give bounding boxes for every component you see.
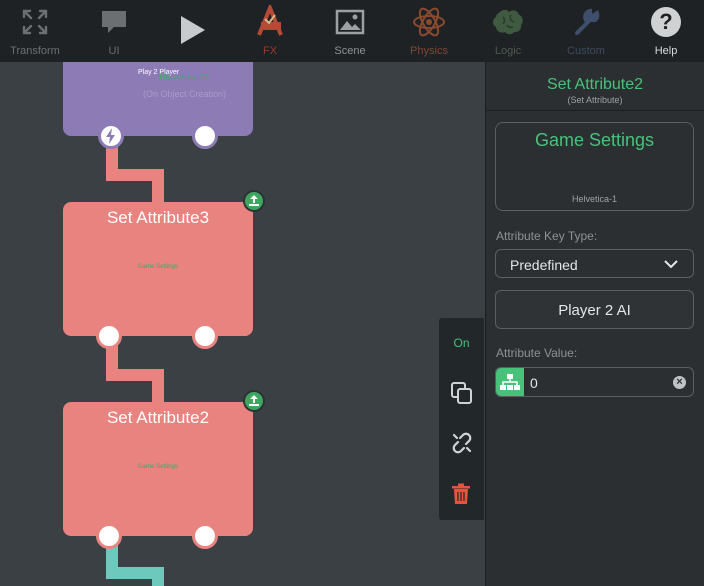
toolbar-label: Logic bbox=[494, 45, 522, 57]
key-type-dropdown[interactable]: Predefined bbox=[495, 249, 694, 278]
output-port[interactable] bbox=[192, 323, 218, 349]
hierarchy-icon[interactable] bbox=[496, 368, 524, 396]
brain-icon bbox=[490, 4, 526, 40]
image-icon bbox=[332, 4, 368, 40]
fx-icon bbox=[252, 4, 288, 40]
output-port[interactable] bbox=[192, 523, 218, 549]
speech-bubble-icon bbox=[96, 4, 132, 40]
toolbar-help[interactable]: ? Help bbox=[626, 0, 704, 62]
play-icon bbox=[174, 12, 210, 48]
wrench-icon bbox=[568, 4, 604, 40]
chevron-down-icon bbox=[664, 260, 678, 269]
trash-icon[interactable] bbox=[451, 483, 471, 510]
preview-font: Helvetica-1 bbox=[571, 194, 618, 204]
transform-icon bbox=[17, 4, 53, 40]
export-icon[interactable] bbox=[243, 390, 265, 412]
toolbar-fx[interactable]: FX bbox=[230, 0, 310, 62]
attribute-value-field[interactable]: 0 × bbox=[495, 367, 694, 397]
toolbar-physics[interactable]: Physics bbox=[389, 0, 469, 62]
inspector-subtitle: (Set Attribute) bbox=[567, 95, 623, 105]
attribute-value-text[interactable]: 0 bbox=[530, 375, 538, 391]
node-title: Set Attribute2 bbox=[106, 408, 210, 427]
top-toolbar: Transform UI FX Scene Physics Logic Cust… bbox=[0, 0, 704, 62]
help-icon: ? bbox=[648, 4, 684, 40]
toolbar-custom[interactable]: Custom bbox=[546, 0, 626, 62]
behavior-canvas[interactable]: Play 2 Player Helvetica-12 (On Object Cr… bbox=[0, 62, 485, 586]
divider bbox=[486, 110, 704, 111]
toolbar-label: FX bbox=[262, 45, 278, 57]
inspector-panel: Set Attribute2 (Set Attribute) Game Sett… bbox=[485, 62, 704, 586]
set-attribute-node-selected[interactable]: Set Attribute2 Game Settings bbox=[63, 402, 253, 536]
toolbar-logic[interactable]: Logic bbox=[468, 0, 548, 62]
preview-title: Game Settings bbox=[534, 130, 655, 150]
toolbar-play[interactable] bbox=[152, 0, 232, 62]
node-trigger-label: (On Object Creation) bbox=[143, 89, 227, 99]
set-attribute-node[interactable]: Set Attribute3 Game Settings bbox=[63, 202, 253, 336]
node-title: Set Attribute3 bbox=[106, 208, 210, 227]
value-label: Attribute Value: bbox=[496, 346, 578, 360]
lightning-icon bbox=[106, 128, 115, 144]
toolbar-label: UI bbox=[108, 45, 120, 57]
key-type-value: Predefined bbox=[510, 257, 578, 273]
toolbar-ui[interactable]: UI bbox=[74, 0, 154, 62]
attribute-key-label: Player 2 AI bbox=[558, 302, 631, 319]
key-type-label: Attribute Key Type: bbox=[496, 229, 598, 243]
export-icon[interactable] bbox=[243, 190, 265, 212]
clear-icon[interactable]: × bbox=[673, 376, 686, 389]
toolbar-transform[interactable]: Transform bbox=[0, 0, 75, 62]
node-font-label: Helvetica-12 bbox=[159, 72, 210, 82]
trigger-port[interactable] bbox=[98, 123, 124, 149]
input-port[interactable] bbox=[96, 523, 122, 549]
output-port[interactable] bbox=[192, 123, 218, 149]
atom-icon bbox=[411, 4, 447, 40]
toggle-on-button[interactable]: On bbox=[439, 336, 484, 350]
toolbar-label: Help bbox=[654, 45, 678, 57]
attribute-preview-card[interactable]: Game Settings Helvetica-1 bbox=[495, 122, 694, 211]
toolbar-label: Transform bbox=[10, 45, 60, 57]
copy-icon[interactable] bbox=[450, 381, 474, 410]
input-port[interactable] bbox=[96, 323, 122, 349]
toolbar-label: Physics bbox=[410, 45, 448, 57]
toolbar-scene[interactable]: Scene bbox=[310, 0, 390, 62]
node-tools: On bbox=[439, 318, 484, 520]
rule-node[interactable]: Play 2 Player Helvetica-12 (On Object Cr… bbox=[63, 62, 253, 136]
node-subtitle: Game Settings bbox=[138, 464, 178, 470]
attribute-key-button[interactable]: Player 2 AI bbox=[495, 290, 694, 329]
unlink-icon[interactable] bbox=[450, 431, 474, 460]
node-subtitle: Game Settings bbox=[138, 264, 178, 270]
toolbar-label: Custom bbox=[567, 45, 605, 57]
inspector-title: Set Attribute2 bbox=[546, 76, 644, 93]
toolbar-label: Scene bbox=[334, 45, 366, 57]
